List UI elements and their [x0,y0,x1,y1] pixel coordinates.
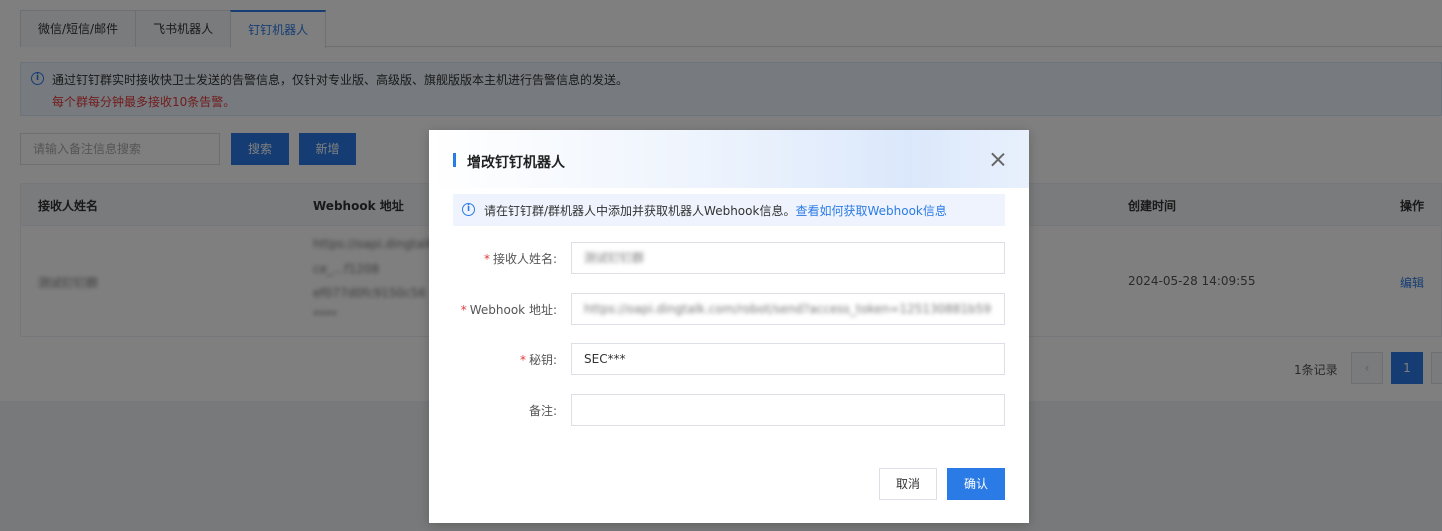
note-label: 备注: [528,404,557,418]
secret-input[interactable]: SEC*** [571,343,1005,375]
dialog-header: 增改钉钉机器人 [429,130,1029,188]
webhook-help-link[interactable]: 查看如何获取Webhook信息 [795,204,946,218]
tip-text: 请在钉钉群/群机器人中添加并获取机器人Webhook信息。查看如何获取Webho… [484,202,947,219]
webhook-input[interactable]: https://oapi.dingtalk.com/robot/send?acc… [571,293,1005,325]
cancel-button[interactable]: 取消 [879,468,937,500]
close-icon[interactable] [991,152,1005,166]
note-input[interactable] [571,394,1005,426]
dialog-tip: i 请在钉钉群/群机器人中添加并获取机器人Webhook信息。查看如何获取Web… [453,194,1005,226]
receiver-name-label: * 接收人姓名: [483,252,557,266]
info-icon: i [462,203,475,216]
tip-message: 请在钉钉群/群机器人中添加并获取机器人Webhook信息。 [484,204,796,218]
receiver-name-input[interactable]: 测试钉钉群 [571,242,1005,274]
edit-dingtalk-dialog: 增改钉钉机器人 i 请在钉钉群/群机器人中添加并获取机器人Webhook信息。查… [429,130,1029,523]
webhook-label: * Webhook 地址: [460,303,557,317]
confirm-button[interactable]: 确认 [947,468,1005,500]
title-accent-bar [453,153,456,167]
secret-label: * 秘钥: [519,353,557,367]
dialog-title: 增改钉钉机器人 [467,155,565,171]
